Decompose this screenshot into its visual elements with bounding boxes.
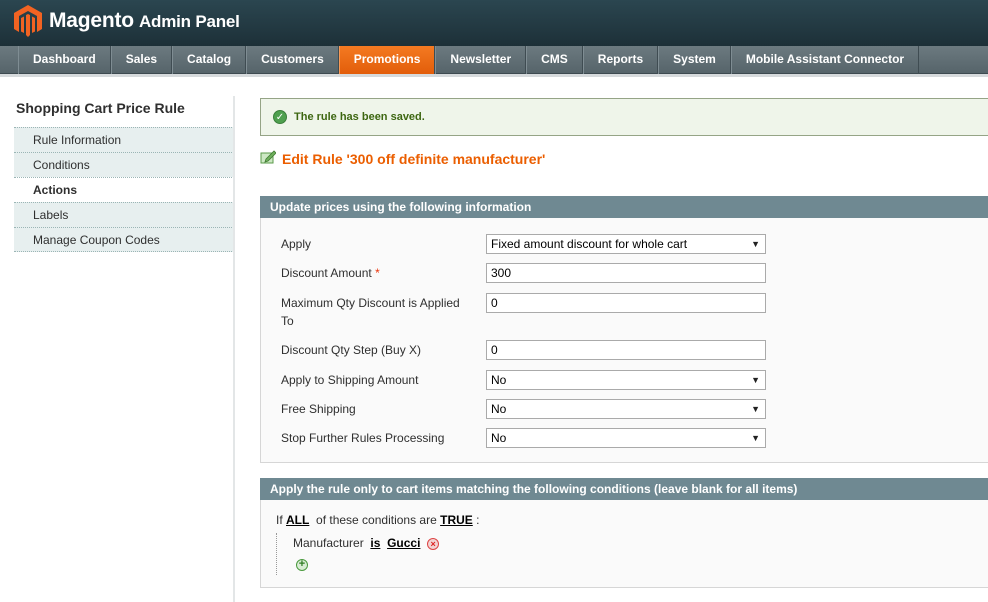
sidebar-title: Shopping Cart Price Rule: [16, 100, 185, 116]
sidebar-item-actions[interactable]: Actions: [14, 177, 234, 202]
aggregator-link[interactable]: ALL: [286, 513, 309, 527]
max-qty-input[interactable]: 0: [486, 293, 766, 313]
add-condition-icon[interactable]: +: [296, 559, 308, 571]
sidebar-tabs: Rule Information Conditions Actions Labe…: [14, 127, 234, 252]
sidebar-divider: [233, 96, 235, 602]
conditions-root: If ALL of these conditions are TRUE :: [276, 513, 479, 527]
nav-reports[interactable]: Reports: [582, 46, 659, 74]
actions-box-header: Update prices using the following inform…: [260, 196, 988, 218]
header-bar: Magento Admin Panel: [0, 0, 988, 46]
nav-dashboard[interactable]: Dashboard: [18, 46, 111, 74]
nav-customers[interactable]: Customers: [246, 46, 339, 74]
nav-shadow: [0, 74, 988, 77]
discount-amount-label-text: Discount Amount: [281, 266, 372, 280]
condition-value-link[interactable]: Gucci: [387, 536, 420, 550]
nav-sales[interactable]: Sales: [110, 46, 173, 74]
edit-rule-icon: [260, 150, 277, 167]
main-nav: Dashboard Sales Catalog Customers Promot…: [0, 46, 988, 74]
discount-amount-input[interactable]: 300: [486, 263, 766, 283]
discount-amount-label: Discount Amount *: [281, 264, 380, 282]
nav-catalog[interactable]: Catalog: [172, 46, 247, 74]
value-link[interactable]: TRUE: [440, 513, 473, 527]
condition-operator-link[interactable]: is: [370, 536, 380, 550]
apply-shipping-select[interactable]: No: [486, 370, 766, 390]
magento-logo-icon: [14, 5, 42, 37]
max-qty-label-line2: To: [281, 314, 294, 328]
if-text: If: [276, 513, 283, 527]
remove-condition-icon[interactable]: ×: [427, 537, 440, 550]
qty-step-input[interactable]: 0: [486, 340, 766, 360]
max-qty-label: Maximum Qty Discount is Applied To: [281, 294, 460, 330]
sidebar-item-labels[interactable]: Labels: [14, 202, 234, 227]
condition-attribute: Manufacturer: [293, 536, 364, 550]
stop-rules-label: Stop Further Rules Processing: [281, 431, 445, 445]
success-message: ✓ The rule has been saved.: [260, 98, 988, 136]
required-marker: *: [375, 266, 380, 280]
nav-cms[interactable]: CMS: [526, 46, 583, 74]
condition-row: Manufacturer is Gucci ×: [293, 536, 440, 550]
conditions-middle-text: of these conditions are: [316, 513, 437, 527]
brand-name: Magento Admin Panel: [49, 9, 240, 33]
logo[interactable]: Magento Admin Panel: [14, 4, 240, 38]
stop-rules-select[interactable]: No: [486, 428, 766, 448]
qty-step-label: Discount Qty Step (Buy X): [281, 343, 422, 357]
page-heading: Edit Rule '300 off definite manufacturer…: [260, 150, 545, 167]
nav-mobile-assistant[interactable]: Mobile Assistant Connector: [730, 46, 920, 74]
nav-newsletter[interactable]: Newsletter: [435, 46, 527, 74]
success-check-icon: ✓: [273, 110, 287, 124]
nav-promotions[interactable]: Promotions: [338, 46, 436, 74]
free-shipping-label: Free Shipping: [281, 402, 356, 416]
apply-shipping-label: Apply to Shipping Amount: [281, 373, 419, 387]
conditions-box-header: Apply the rule only to cart items matchi…: [260, 478, 988, 500]
page-title: Edit Rule '300 off definite manufacturer…: [282, 150, 546, 167]
brand-label: Magento: [49, 9, 134, 32]
apply-label: Apply: [281, 237, 312, 251]
sidebar-item-conditions[interactable]: Conditions: [14, 152, 234, 177]
nav-system[interactable]: System: [658, 46, 731, 74]
max-qty-label-line1: Maximum Qty Discount is Applied: [281, 296, 460, 310]
apply-select[interactable]: Fixed amount discount for whole cart: [486, 234, 766, 254]
conditions-colon: :: [476, 513, 480, 527]
success-message-text: The rule has been saved.: [294, 111, 425, 123]
brand-subtitle: Admin Panel: [138, 12, 240, 31]
sidebar-item-manage-coupon-codes[interactable]: Manage Coupon Codes: [14, 227, 234, 252]
sidebar-item-rule-information[interactable]: Rule Information: [14, 127, 234, 152]
conditions-tree-line: [276, 533, 277, 575]
free-shipping-select[interactable]: No: [486, 399, 766, 419]
